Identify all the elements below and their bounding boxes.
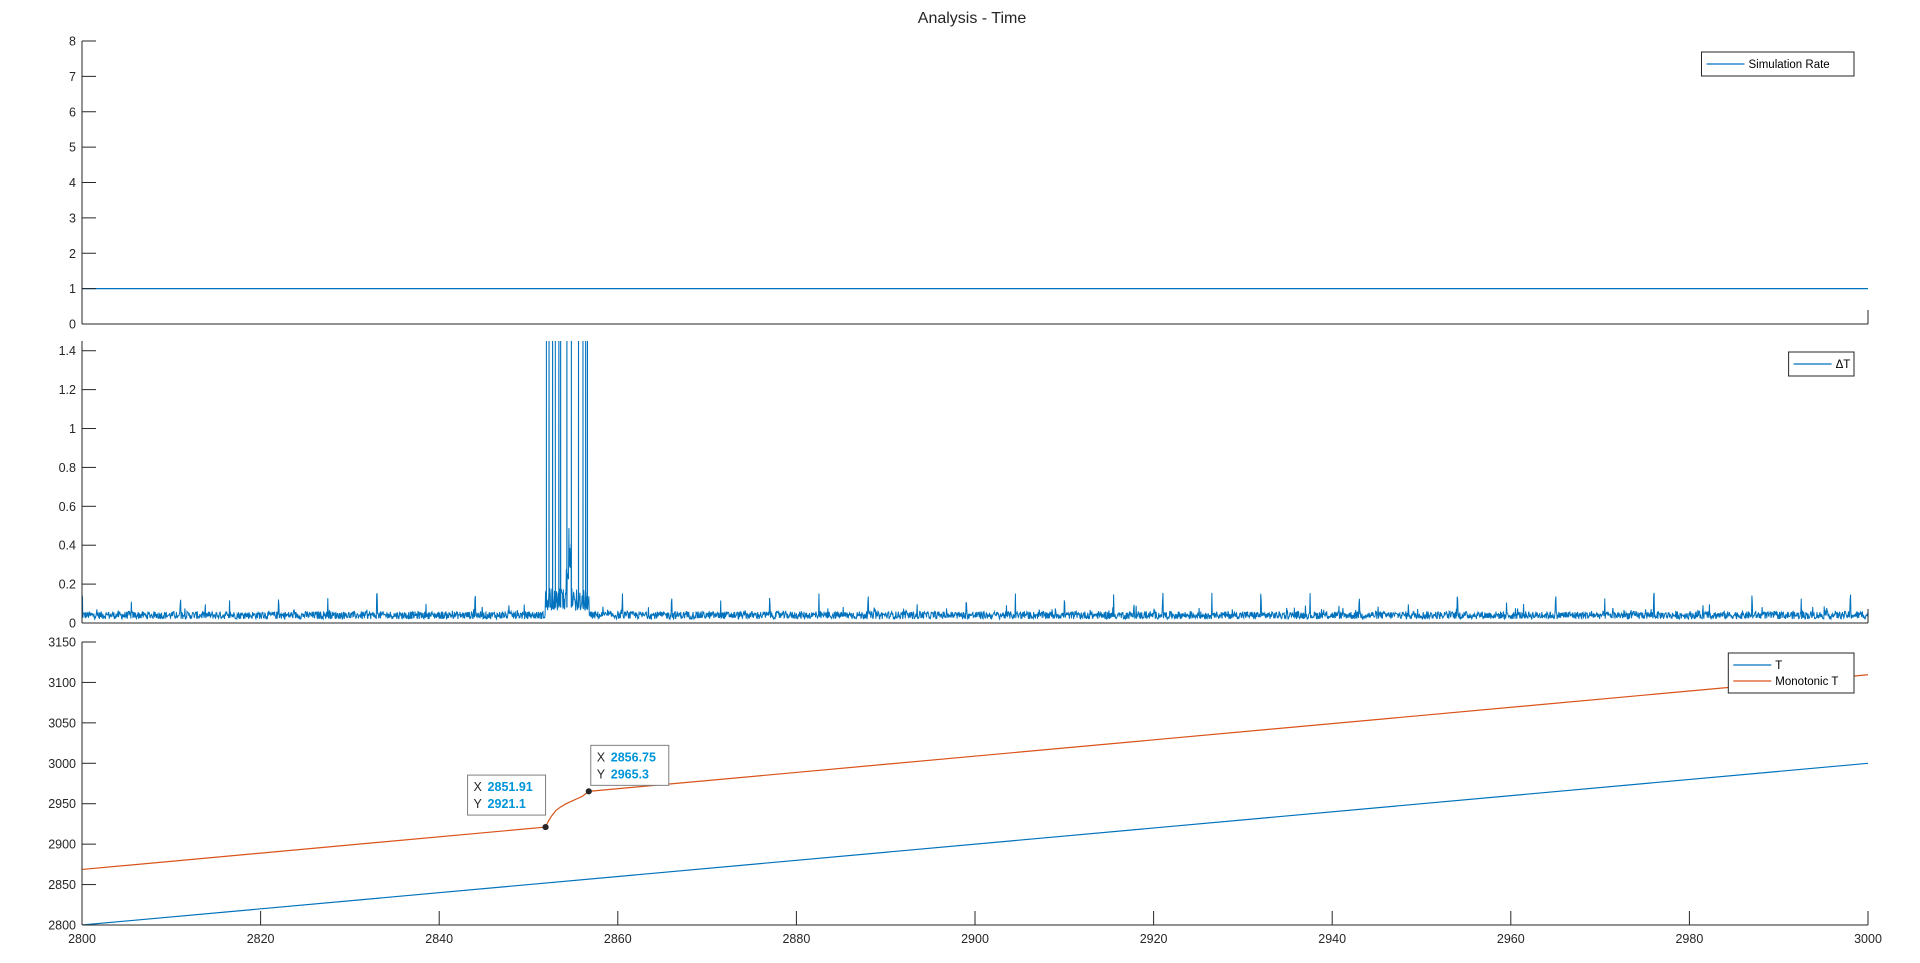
datatip-y-value: 2965.3 [611,767,649,781]
x-tick-label: 2940 [1318,932,1346,946]
y-tick-label: 2850 [48,878,76,892]
y-tick-label: 2900 [48,838,76,852]
x-tick-label: 2840 [425,932,453,946]
y-tick-label: 3150 [48,636,76,650]
x-tick-label: 3000 [1854,932,1882,946]
x-tick-label: 2900 [961,932,989,946]
y-tick-label: 6 [69,105,76,119]
series-line-delta-t [82,341,1868,621]
y-tick-label: 2800 [48,919,76,933]
legend-label: Monotonic T [1775,676,1838,688]
legend-label: T [1775,660,1782,672]
datatip-marker [542,823,549,831]
y-tick-label: 4 [69,176,76,190]
y-tick-label: 8 [69,35,76,49]
datatip-x-value: 2856.75 [611,750,656,764]
datatip-y-value: 2921.1 [488,797,526,811]
y-tick-label: 2 [69,247,76,261]
x-tick-label: 2960 [1497,932,1525,946]
legend-label: Simulation Rate [1749,59,1830,71]
y-tick-label: 0.8 [59,461,76,475]
x-tick-label: 2880 [782,932,810,946]
figure-title: Analysis - Time [918,10,1027,27]
y-tick-label: 0.4 [59,539,76,553]
y-tick-label: 7 [69,70,76,84]
y-tick-label: 2950 [48,797,76,811]
y-tick-label: 1.4 [59,344,76,358]
datatip-x-label: X [597,750,606,764]
y-tick-label: 3050 [48,716,76,730]
y-tick-label: 1.2 [59,383,76,397]
y-tick-label: 3000 [48,757,76,771]
x-tick-label: 2860 [604,932,632,946]
x-tick-label: 2980 [1675,932,1703,946]
x-tick-label: 2920 [1140,932,1168,946]
y-tick-label: 5 [69,141,76,155]
series-line-monotonic-t [82,674,1868,871]
datatip-y-label: Y [474,797,483,811]
datatip-y-label: Y [597,767,606,781]
y-tick-label: 3100 [48,676,76,690]
x-tick-label: 2820 [247,932,275,946]
y-tick-label: 1 [69,422,76,436]
y-tick-label: 1 [69,282,76,296]
y-tick-label: 0 [69,318,76,332]
y-tick-label: 0.6 [59,500,76,514]
x-tick-label: 2800 [68,932,96,946]
y-tick-label: 0.2 [59,578,76,592]
datatip-x-label: X [474,780,483,794]
series-line-t [82,762,1868,925]
datatip-marker [585,788,592,795]
datatip-x-value: 2851.91 [488,780,533,794]
legend-label: ΔT [1836,359,1851,371]
figure: Analysis - Time 0 1 2 3 4 5 6 7 8 Simulation Rate… [48,10,1882,946]
y-tick-label: 3 [69,211,76,225]
y-tick-label: 0 [69,617,76,631]
